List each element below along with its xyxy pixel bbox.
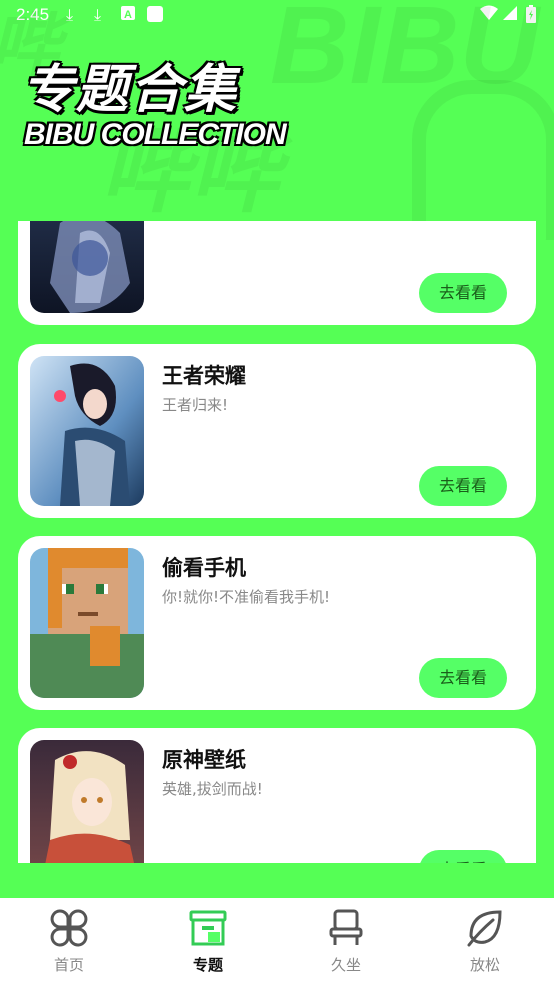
nav-label: 专题 xyxy=(192,956,223,974)
bottom-nav: 首页 专题 久坐 放松 xyxy=(0,898,554,984)
header-banner: 专题合集 BIBU COLLECTION xyxy=(22,60,352,156)
topic-title: 原神壁纸 xyxy=(162,748,246,772)
topic-description: 王者归来! xyxy=(162,396,229,414)
archive-box-icon xyxy=(189,910,227,946)
go-view-button[interactable]: 去看看 xyxy=(419,466,507,506)
topic-list[interactable]: 去看看 王者荣耀 王者归来! 去看看 偷看手机 你!就你!不准偷看我手机! 去看… xyxy=(0,221,554,863)
nav-item-relax[interactable]: 放松 xyxy=(416,898,554,984)
topic-card[interactable]: 王者荣耀 王者归来! 去看看 xyxy=(18,344,536,518)
topic-card[interactable]: 偷看手机 你!就你!不准偷看我手机! 去看看 xyxy=(18,536,536,710)
topic-title: 王者荣耀 xyxy=(162,364,246,388)
go-view-button[interactable]: 去看看 xyxy=(419,273,507,313)
nav-label: 放松 xyxy=(469,956,500,974)
topic-thumbnail xyxy=(30,740,144,863)
topic-description: 你!就你!不准偷看我手机! xyxy=(162,588,331,606)
topic-title: 偷看手机 xyxy=(162,556,246,580)
topic-card[interactable]: 原神壁纸 英雄,拔剑而战! 去看看 xyxy=(18,728,536,863)
topic-thumbnail xyxy=(30,548,144,698)
topic-description: 英雄,拔剑而战! xyxy=(162,780,263,798)
leaf-icon xyxy=(467,910,502,947)
bird-watermark-icon xyxy=(412,80,554,240)
topic-thumbnail xyxy=(30,356,144,506)
nav-label: 久坐 xyxy=(330,956,361,974)
nav-label: 首页 xyxy=(53,956,84,974)
nav-item-topics[interactable]: 专题 xyxy=(139,898,277,984)
grid-petals-icon xyxy=(50,909,88,947)
page-subtitle: BIBU COLLECTION xyxy=(24,118,287,151)
topic-thumbnail xyxy=(30,221,144,313)
topic-card[interactable]: 去看看 xyxy=(18,221,536,325)
go-view-button[interactable]: 去看看 xyxy=(419,850,507,863)
page-title: 专题合集 xyxy=(22,60,239,120)
nav-item-sitting[interactable]: 久坐 xyxy=(277,898,415,984)
nav-item-home[interactable]: 首页 xyxy=(0,898,138,984)
go-view-button[interactable]: 去看看 xyxy=(419,658,507,698)
chair-icon xyxy=(329,909,363,945)
